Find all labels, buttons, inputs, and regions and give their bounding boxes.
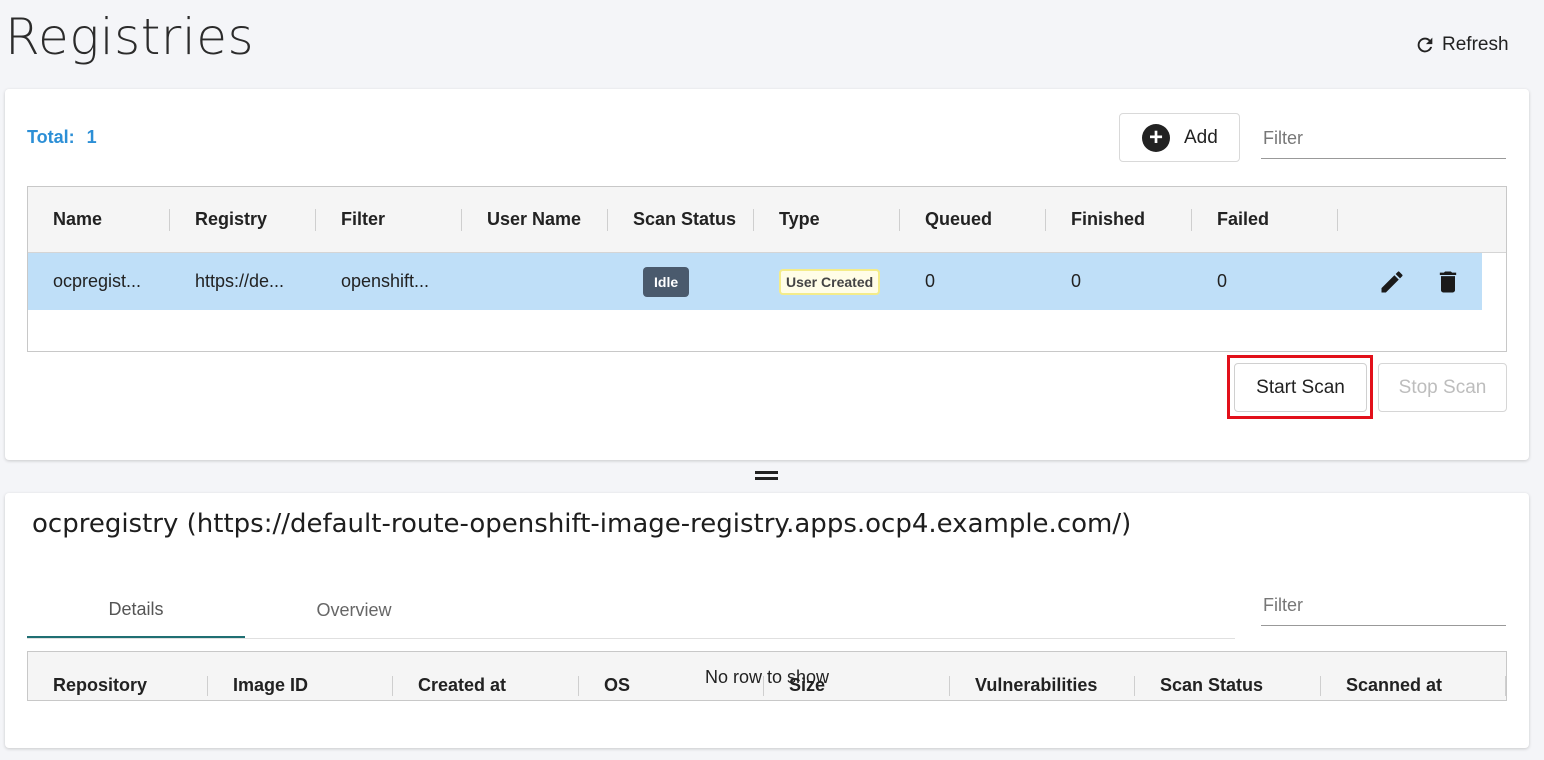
row-registry: https://de... [195, 271, 285, 291]
edit-pencil-icon[interactable] [1378, 268, 1406, 296]
total-count: Total: 1 [27, 127, 97, 148]
images-grid: Repository Image ID Created at OS Size V… [27, 651, 1507, 701]
col-type[interactable]: Type [754, 187, 900, 252]
col-name[interactable]: Name [28, 187, 170, 252]
panel-resize-handle[interactable] [755, 471, 778, 481]
tab-overview[interactable]: Overview [245, 583, 463, 638]
registry-detail-panel: ocpregistry (https://default-route-opens… [5, 493, 1529, 748]
col-filter[interactable]: Filter [316, 187, 462, 252]
col-actions [1338, 187, 1462, 252]
type-badge: User Created [779, 268, 881, 295]
col-repository[interactable]: Repository [28, 652, 208, 700]
table-row[interactable]: ocpregist... https://de... openshift... … [28, 253, 1482, 310]
page-title: Registries [5, 8, 255, 66]
row-type-cell: User Created [754, 253, 900, 310]
col-finished[interactable]: Finished [1046, 187, 1192, 252]
col-user-name[interactable]: User Name [462, 187, 608, 252]
delete-trash-icon[interactable] [1434, 268, 1462, 296]
row-filter: openshift... [341, 271, 430, 291]
start-scan-button[interactable]: Start Scan [1234, 363, 1367, 412]
detail-tabs: Details Overview [27, 583, 1235, 639]
refresh-icon [1417, 37, 1433, 53]
col-scan-status-images[interactable]: Scan Status [1135, 652, 1321, 700]
total-label: Total: [27, 127, 75, 147]
row-scan-status-cell: Idle [608, 253, 754, 310]
col-created-at[interactable]: Created at [393, 652, 579, 700]
row-finished: 0 [1071, 271, 1082, 291]
empty-grid-message: No row to show [705, 667, 830, 687]
registry-filter-input[interactable] [1261, 119, 1506, 159]
detail-title: ocpregistry (https://default-route-opens… [32, 509, 1132, 539]
stop-scan-button[interactable]: Stop Scan [1378, 363, 1507, 412]
registries-grid-header: Name Registry Filter User Name Scan Stat… [28, 187, 1506, 253]
total-value: 1 [86, 127, 97, 147]
tab-details[interactable]: Details [27, 583, 245, 638]
add-circle-icon: + [1142, 123, 1170, 152]
row-name: ocpregist... [53, 271, 142, 291]
refresh-label: Refresh [1442, 34, 1509, 55]
col-scan-status[interactable]: Scan Status [608, 187, 754, 252]
registries-panel: Total: 1 + Add Name Registry Filter User … [5, 89, 1529, 460]
image-filter-input[interactable] [1261, 586, 1506, 626]
row-queued: 0 [925, 271, 936, 291]
row-actions [1338, 253, 1462, 310]
row-user-name [462, 253, 608, 310]
col-failed[interactable]: Failed [1192, 187, 1338, 252]
add-label: Add [1184, 126, 1218, 148]
registries-grid: Name Registry Filter User Name Scan Stat… [27, 186, 1507, 352]
refresh-button[interactable]: Refresh [1414, 34, 1509, 56]
col-vulnerabilities[interactable]: Vulnerabilities [950, 652, 1135, 700]
scan-status-badge: Idle [643, 266, 690, 297]
col-queued[interactable]: Queued [900, 187, 1046, 252]
col-scanned-at[interactable]: Scanned at [1321, 652, 1506, 700]
col-image-id[interactable]: Image ID [208, 652, 393, 700]
row-failed: 0 [1217, 271, 1228, 291]
col-registry[interactable]: Registry [170, 187, 316, 252]
add-registry-button[interactable]: + Add [1119, 113, 1240, 162]
